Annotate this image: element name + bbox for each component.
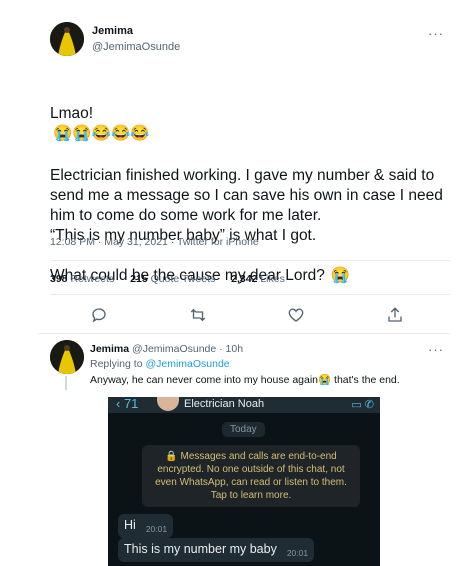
message-text: Hi [124, 518, 136, 532]
thread-line [65, 376, 67, 390]
quotes-count: 215 [130, 273, 148, 285]
tweet-text: Lmao! 😭😭😂😂😂 Electrician finished working… [50, 64, 445, 286]
share-icon[interactable] [386, 306, 404, 324]
attached-image[interactable]: ‹ 71 Electrician Noah ▭ ✆ Today 🔒 Messag… [108, 397, 380, 566]
crying-emoji: 😭 [72, 125, 92, 142]
reply-icon[interactable] [90, 306, 108, 324]
avatar-image [50, 22, 84, 56]
message-bubble: This is my number my baby 20:01 [118, 538, 315, 562]
date-pill: Today [222, 422, 265, 437]
laughing-emoji: 😂 [91, 125, 111, 142]
divider [50, 260, 450, 261]
reply-text-after: that's the end. [331, 374, 400, 386]
divider [50, 294, 450, 295]
tweet-text-first: Lmao! [50, 105, 94, 122]
call-icons: ▭ ✆ [351, 399, 374, 411]
tweet-card: Jemima @JemimaOsunde ··· Lmao! 😭😭😂😂😂 Ele… [0, 0, 450, 566]
crying-emoji: 😭 [318, 374, 332, 386]
retweets-label: Retweets [70, 273, 115, 285]
reply-tweet[interactable]: Jemima @JemimaOsunde · 10h Replying to @… [90, 343, 440, 386]
reply-text: Anyway, he can never come into my house … [90, 373, 440, 386]
like-icon[interactable] [287, 306, 305, 324]
laughing-emoji: 😂 [110, 125, 131, 142]
message-time: 20:01 [286, 548, 309, 558]
message-bubble: Hi 20:01 [118, 514, 174, 538]
message-time: 20:01 [145, 524, 168, 534]
avatar[interactable] [50, 22, 84, 56]
replying-to: Replying to @JemimaOsunde [90, 358, 440, 370]
whatsapp-header: ‹ 71 Electrician Noah ▭ ✆ [108, 397, 380, 413]
encryption-notice: 🔒 Messages and calls are end-to-end encr… [142, 445, 360, 507]
crying-emoji: 😭 [330, 267, 351, 284]
tweet-body: Electrician finished working. I gave my … [50, 167, 443, 284]
replying-handle-link[interactable]: @JemimaOsunde [145, 358, 229, 370]
emoji-row: 😭😭😂😂😂 [53, 125, 150, 142]
likes-label: Likes [260, 273, 285, 285]
author-name[interactable]: Jemima [92, 25, 133, 37]
more-options-button[interactable]: ··· [428, 26, 444, 41]
author-handle[interactable]: @JemimaOsunde [92, 41, 180, 53]
reply-author-name[interactable]: Jemima [90, 343, 129, 355]
replying-prefix: Replying to [90, 358, 143, 370]
engagement-stats: 398 Retweets 215 Quote Tweets 2,342 Like… [50, 273, 298, 285]
likes-count: 2,342 [231, 273, 258, 285]
contact-name: Electrician Noah [184, 398, 265, 410]
message-text: This is my number my baby [124, 542, 277, 556]
reply-text-before: Anyway, he can never come into my house … [90, 374, 319, 386]
quotes-label: Quote Tweets [150, 273, 216, 285]
retweets-count: 398 [50, 273, 68, 285]
quotes-stat[interactable]: 215 Quote Tweets [130, 273, 215, 285]
crying-emoji: 😭 [53, 125, 73, 142]
likes-stat[interactable]: 2,342 Likes [231, 273, 285, 285]
action-bar [86, 306, 416, 324]
avatar-image [50, 340, 84, 374]
tweet-timestamp[interactable]: 12:08 PM · May 31, 2021 · Twitter for iP… [50, 236, 259, 248]
reply-avatar[interactable] [50, 340, 84, 374]
laughing-emoji: 😂 [130, 125, 150, 142]
divider [38, 333, 450, 334]
retweets-stat[interactable]: 398 Retweets [50, 273, 114, 285]
contact-avatar [157, 397, 179, 411]
retweet-icon[interactable] [189, 306, 207, 324]
reply-handle-time[interactable]: @JemimaOsunde · 10h [132, 343, 243, 355]
back-icon: ‹ 71 [116, 397, 139, 411]
